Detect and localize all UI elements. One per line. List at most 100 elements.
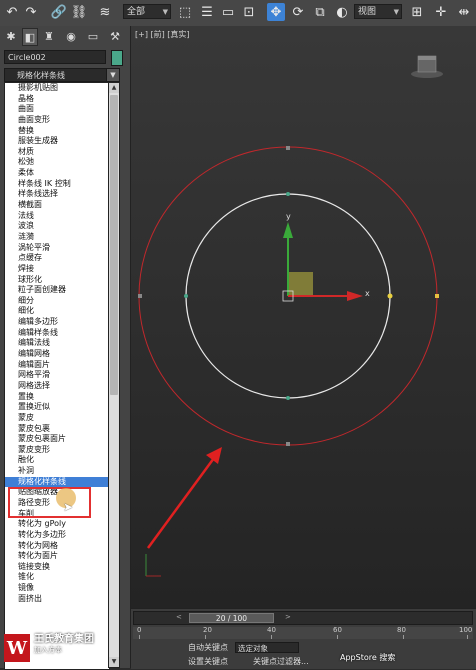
snap-icon[interactable]: ✛ bbox=[432, 3, 450, 21]
modifier-item[interactable]: 转化为 gPoly bbox=[5, 519, 109, 530]
rect-region-icon[interactable]: ▭ bbox=[219, 3, 237, 21]
modifier-item[interactable]: 替换 bbox=[5, 126, 109, 137]
modifier-item[interactable]: 置换近似 bbox=[5, 402, 109, 413]
display-icon[interactable]: ▭ bbox=[86, 28, 100, 44]
inner-vertex-top[interactable] bbox=[286, 192, 290, 196]
link-icon[interactable]: 🔗 bbox=[50, 3, 68, 21]
mirror-icon[interactable]: ⇹ bbox=[455, 3, 473, 21]
undo-icon[interactable]: ↶ bbox=[3, 3, 21, 21]
key-filters-button[interactable]: 关键点过滤器... bbox=[253, 656, 309, 667]
object-color-swatch[interactable] bbox=[111, 50, 123, 66]
modifier-item[interactable]: 波浪 bbox=[5, 221, 109, 232]
motion-icon[interactable]: ◉ bbox=[64, 28, 78, 44]
modifier-item[interactable]: 转化为面片 bbox=[5, 551, 109, 562]
front-viewport[interactable]: [+] [前] [真实] y x bbox=[131, 26, 476, 608]
gizmo-x-arrow[interactable] bbox=[347, 291, 363, 301]
outer-vertex-left[interactable] bbox=[138, 294, 142, 298]
hierarchy-icon[interactable]: ♜ bbox=[42, 28, 56, 44]
modifier-item[interactable]: 规格化样条线 bbox=[5, 476, 109, 488]
modifier-item[interactable]: 柔体 bbox=[5, 168, 109, 179]
modifier-item[interactable]: 横截面 bbox=[5, 200, 109, 211]
modifier-item[interactable]: 蒙皮包裹 bbox=[5, 424, 109, 435]
modifier-item[interactable]: 服装生成器 bbox=[5, 136, 109, 147]
redo-icon[interactable]: ↷ bbox=[22, 3, 40, 21]
modifier-item[interactable]: 融化 bbox=[5, 455, 109, 466]
selection-filter-dropdown[interactable]: 全部 ▼ bbox=[123, 4, 171, 19]
inner-vertex-left[interactable] bbox=[184, 294, 188, 298]
outer-vertex-bottom[interactable] bbox=[286, 442, 290, 446]
select-icon[interactable]: ⬚ bbox=[176, 3, 194, 21]
modifier-item[interactable]: 编辑面片 bbox=[5, 360, 109, 371]
scale-icon[interactable]: ⧉ bbox=[311, 3, 329, 21]
bind-spacewarp-icon[interactable]: ≋ bbox=[96, 3, 114, 21]
modifier-item[interactable]: 蒙皮变形 bbox=[5, 445, 109, 456]
ref-coord-dropdown[interactable]: 视图 ▼ bbox=[354, 4, 402, 19]
pivot-icon[interactable]: ⊞ bbox=[408, 3, 426, 21]
time-slider-thumb[interactable]: 20 / 100 bbox=[189, 613, 274, 623]
modifier-item[interactable]: 转化为网格 bbox=[5, 541, 109, 552]
modifier-item[interactable]: 曲面变形 bbox=[5, 115, 109, 126]
modifier-item[interactable]: 补洞 bbox=[5, 466, 109, 477]
move-icon[interactable]: ✥ bbox=[267, 3, 285, 21]
modifier-item[interactable]: 锥化 bbox=[5, 572, 109, 583]
modifier-item[interactable]: 球形化 bbox=[5, 275, 109, 286]
inner-vertex-bottom[interactable] bbox=[286, 396, 290, 400]
prev-frame-icon[interactable]: < bbox=[176, 613, 182, 621]
modifier-item[interactable]: 置换 bbox=[5, 392, 109, 403]
ref-coord-icon[interactable]: ◐ bbox=[333, 3, 351, 21]
modifier-item[interactable]: 编辑样条线 bbox=[5, 328, 109, 339]
modifier-item[interactable]: 摄影机贴图 bbox=[5, 83, 109, 94]
modifier-item[interactable]: 细分 bbox=[5, 296, 109, 307]
modifier-list-scrollbar[interactable]: ▲ ▼ bbox=[108, 82, 120, 668]
outer-vertex-right[interactable] bbox=[435, 294, 439, 298]
scroll-up-icon[interactable]: ▲ bbox=[109, 83, 119, 93]
unlink-icon[interactable]: ⛓ bbox=[70, 3, 88, 21]
company-name: 王氏教育集团 bbox=[34, 634, 94, 645]
modifier-item[interactable]: 面挤出 bbox=[5, 594, 109, 605]
modifier-item[interactable]: 样条线 IK 控制 bbox=[5, 179, 109, 190]
modifier-item[interactable]: 编辑法线 bbox=[5, 338, 109, 349]
modifier-item[interactable]: 样条线选择 bbox=[5, 189, 109, 200]
auto-key-button[interactable]: 自动关键点 bbox=[188, 642, 228, 653]
modifier-item[interactable]: 法线 bbox=[5, 211, 109, 222]
modify-icon[interactable]: ◧ bbox=[22, 28, 38, 46]
gizmo-y-arrow[interactable] bbox=[283, 222, 293, 238]
modifier-item[interactable]: 曲面 bbox=[5, 104, 109, 115]
modifier-item[interactable]: 编辑网格 bbox=[5, 349, 109, 360]
modifier-item[interactable]: 网格选择 bbox=[5, 381, 109, 392]
rotate-icon[interactable]: ⟳ bbox=[289, 3, 307, 21]
modifier-item[interactable]: 编辑多边形 bbox=[5, 317, 109, 328]
scrollbar-thumb[interactable] bbox=[110, 95, 118, 395]
modifier-item[interactable]: 点缓存 bbox=[5, 253, 109, 264]
modifier-item[interactable]: 焊接 bbox=[5, 264, 109, 275]
modifier-item[interactable]: 细化 bbox=[5, 306, 109, 317]
utilities-icon[interactable]: ⚒ bbox=[108, 28, 122, 44]
modifier-item[interactable]: 涟漪 bbox=[5, 232, 109, 243]
set-key-button[interactable]: 设置关键点 bbox=[188, 656, 228, 667]
modifier-item[interactable]: 粒子面创建器 bbox=[5, 285, 109, 296]
create-icon[interactable]: ✱ bbox=[4, 28, 18, 44]
time-slider[interactable]: < 20 / 100 > bbox=[133, 611, 473, 625]
modifier-item[interactable]: 材质 bbox=[5, 147, 109, 158]
selected-object-dropdown[interactable]: 选定对象 bbox=[235, 642, 299, 653]
window-crossing-icon[interactable]: ⊡ bbox=[240, 3, 258, 21]
modifier-item[interactable]: 转化为多边形 bbox=[5, 530, 109, 541]
outer-vertex-top[interactable] bbox=[286, 146, 290, 150]
modifier-item[interactable]: 涡轮平滑 bbox=[5, 243, 109, 254]
move-gizmo[interactable] bbox=[282, 222, 363, 302]
select-by-name-icon[interactable]: ☰ bbox=[198, 3, 216, 21]
track-bar[interactable]: 0 20 40 60 80 100 bbox=[133, 626, 473, 639]
modifier-item[interactable]: 网格平滑 bbox=[5, 370, 109, 381]
inner-vertex-right[interactable] bbox=[387, 293, 393, 299]
next-frame-icon[interactable]: > bbox=[285, 613, 291, 621]
modifier-list-dropdown[interactable]: 规格化样条线 ▼ bbox=[4, 68, 120, 82]
modifier-item[interactable]: 松弛 bbox=[5, 157, 109, 168]
modifier-list[interactable]: 摄影机贴图 晶格 曲面 曲面变形 替换 服装生成器 材质 松弛 柔体 样条线 IK 控制 样条线选择… bbox=[4, 82, 110, 670]
modifier-item[interactable]: 链接变换 bbox=[5, 562, 109, 573]
viewcube-icon[interactable] bbox=[411, 55, 443, 78]
modifier-item[interactable]: 蒙皮包裹面片 bbox=[5, 434, 109, 445]
modifier-item[interactable]: 镜像 bbox=[5, 583, 109, 594]
modifier-item[interactable]: 蒙皮 bbox=[5, 413, 109, 424]
object-name-field[interactable]: Circle002 bbox=[4, 50, 106, 64]
modifier-item[interactable]: 晶格 bbox=[5, 94, 109, 105]
